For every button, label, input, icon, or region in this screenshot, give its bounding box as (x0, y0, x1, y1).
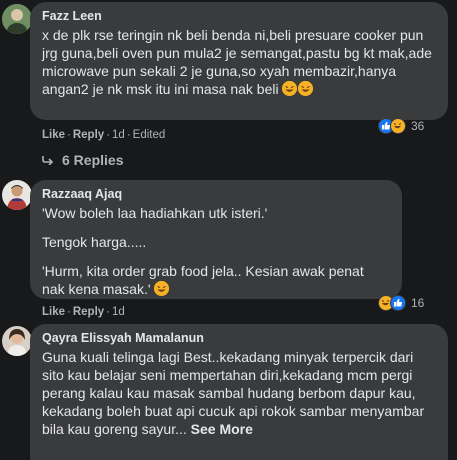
comment-time[interactable]: 1d (112, 306, 125, 318)
reply-arrow-icon (42, 156, 54, 165)
laughing-emoji-icon (298, 81, 314, 96)
comment-text: 'Wow boleh laa hadiahkan utk isteri.' Te… (42, 204, 390, 298)
avatar-icon (2, 180, 32, 210)
comment-author[interactable]: Razzaaq Ajaq (42, 186, 390, 202)
comment-bubble: Razzaaq Ajaq 'Wow boleh laa hadiahkan ut… (30, 180, 402, 299)
comment-actions: Like · Reply · 1d (42, 306, 125, 318)
edited-label: Edited (132, 129, 166, 141)
laughing-emoji-icon (282, 81, 298, 96)
comment-author[interactable]: Fazz Leen (42, 8, 436, 24)
haha-reaction-icon (390, 118, 406, 134)
laughing-emoji-icon (154, 281, 170, 296)
like-link[interactable]: Like (42, 129, 65, 141)
comment-time[interactable]: 1d (112, 129, 125, 141)
reaction-summary[interactable]: 36 (378, 118, 424, 134)
reply-link[interactable]: Reply (73, 129, 104, 141)
like-reaction-icon (390, 295, 406, 311)
replies-label: 6 Replies (62, 152, 124, 168)
avatar[interactable] (2, 180, 32, 210)
view-replies-button[interactable]: 6 Replies (42, 152, 123, 168)
reaction-count: 16 (411, 296, 425, 310)
comment-bubble: Qayra Elissyah Mamalanun Guna kuali teli… (30, 324, 448, 460)
comment-paragraph: 'Wow boleh laa hadiahkan utk isteri.' (42, 205, 268, 221)
comment-bubble: Fazz Leen x de plk rse teringin nk beli … (30, 2, 448, 120)
reaction-count: 36 (411, 119, 425, 133)
avatar[interactable] (2, 4, 32, 34)
comment-paragraph: Tengok harga..... (42, 234, 147, 250)
comment-actions: Like · Reply · 1d · Edited (42, 129, 166, 141)
like-link[interactable]: Like (42, 306, 65, 318)
avatar-icon (2, 326, 32, 356)
see-more-link[interactable]: See More (191, 421, 253, 437)
avatar-icon (2, 4, 32, 34)
reaction-summary[interactable]: 16 (378, 295, 424, 311)
avatar[interactable] (2, 326, 32, 356)
comment-text: x de plk rse teringin nk beli benda ni,b… (42, 27, 432, 97)
comment-text: Guna kuali telinga lagi Best..kekadang m… (42, 349, 425, 437)
reply-link[interactable]: Reply (73, 306, 104, 318)
comment-author[interactable]: Qayra Elissyah Mamalanun (42, 330, 436, 346)
comment-paragraph: 'Hurm, kita order grab food jela.. Kesia… (42, 263, 364, 297)
